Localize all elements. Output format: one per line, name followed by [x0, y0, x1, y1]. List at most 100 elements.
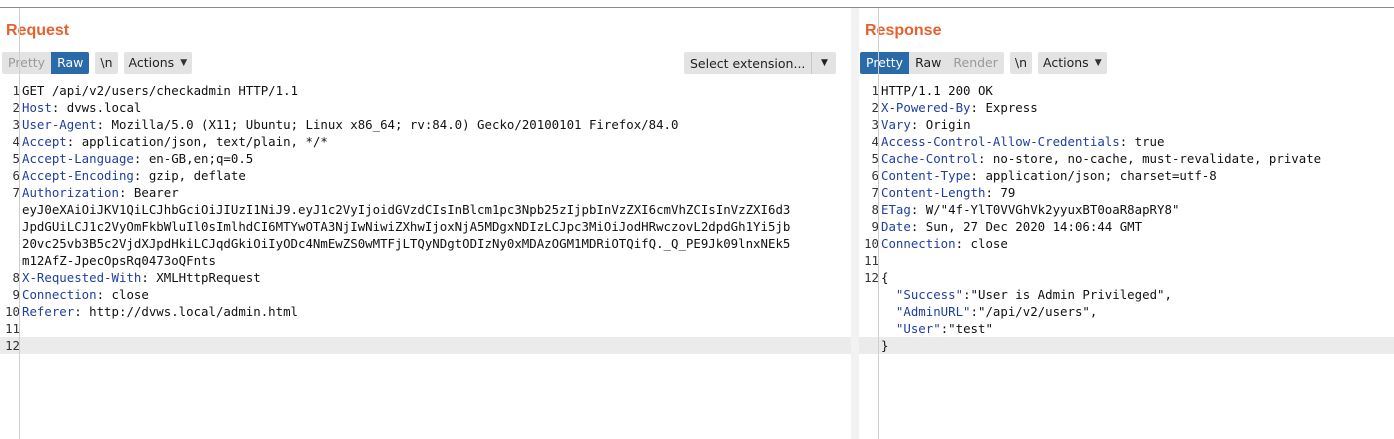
code-line: } — [859, 337, 1394, 354]
code-line: eyJ0eXAiOiJKV1QiLCJhbGciOiJIUzI1NiJ9.eyJ… — [0, 201, 851, 218]
tab-pretty[interactable]: Pretty — [860, 52, 910, 74]
code-line: 9 Connection: close — [0, 286, 851, 303]
separator: : — [963, 287, 971, 302]
line-value: XMLHttpRequest — [156, 270, 261, 285]
newline-toggle-button[interactable]: \n — [1009, 52, 1033, 74]
header-name: Connection — [881, 236, 956, 251]
chevron-down-icon: ▼ — [811, 52, 836, 74]
request-title: Request — [6, 22, 70, 39]
line-value: application/json, text/plain, */* — [81, 134, 328, 149]
line-content: Content-Length: 79 — [881, 184, 1015, 201]
request-view-tabs: Pretty Raw — [2, 52, 90, 74]
line-value: JpdGUiLCJ1c2VyOmFkbWluIl0sImlhdCI6MTYwOT… — [22, 219, 791, 234]
response-title: Response — [865, 22, 942, 39]
code-line: 5 Accept-Language: en-GB,en;q=0.5 — [0, 150, 851, 167]
newline-toggle-button[interactable]: \n — [95, 52, 118, 74]
line-value: 79 — [1000, 185, 1016, 200]
request-editor[interactable]: 1 GET /api/v2/users/checkadmin HTTP/1.1 2 H… — [0, 82, 851, 354]
separator: : — [970, 100, 986, 115]
code-line: 4 Access-Control-Allow-Credentials: true — [859, 133, 1394, 150]
code-line: "Success":"User is Admin Privileged", — [859, 286, 1394, 303]
line-value: application/json; charset=utf-8 — [985, 168, 1217, 183]
select-extension-dropdown[interactable]: Select extension... ▼ — [684, 52, 837, 74]
separator: : — [141, 270, 157, 285]
code-line: 5 Cache-Control: no-store, no-cache, must… — [859, 150, 1394, 167]
line-content: JpdGUiLCJ1c2VyOmFkbWluIl0sImlhdCI6MTYwOT… — [22, 218, 790, 235]
tab-raw[interactable]: Raw — [51, 52, 90, 74]
line-content: HTTP/1.1 200 OK — [881, 82, 993, 99]
line-value: } — [881, 338, 889, 353]
line-value: "User is Admin Privileged", — [970, 287, 1172, 302]
code-line: 7 Authorization: Bearer — [0, 184, 851, 201]
line-value: Sun, 27 Dec 2020 14:06:44 GMT — [925, 219, 1143, 234]
header-name: "Success" — [881, 287, 964, 302]
separator: : — [955, 236, 971, 251]
code-line: 12 — [0, 337, 851, 354]
chevron-down-icon: ▼ — [1094, 58, 1102, 68]
code-line: 12{ — [859, 269, 1394, 286]
code-line: 4 Accept: application/json, text/plain, *… — [0, 133, 851, 150]
line-value: http://dvws.local/admin.html — [89, 304, 299, 319]
line-value: en-GB,en;q=0.5 — [148, 151, 254, 166]
line-content: X-Requested-With: XMLHttpRequest — [22, 269, 261, 286]
header-name: Vary — [881, 117, 911, 132]
header-name: "AdminURL" — [881, 304, 971, 319]
actions-button[interactable]: Actions ▼ — [1038, 52, 1107, 74]
separator: : — [96, 287, 112, 302]
separator: : — [985, 185, 1001, 200]
header-name: Content-Type — [881, 168, 971, 183]
line-value: dvws.local — [66, 100, 142, 115]
tab-pretty[interactable]: Pretty — [2, 52, 52, 74]
line-content: Vary: Origin — [881, 116, 971, 133]
tab-raw[interactable]: Raw — [909, 52, 948, 74]
line-content: Accept-Language: en-GB,en;q=0.5 — [22, 150, 253, 167]
header-name: Accept-Encoding — [22, 168, 134, 183]
code-line: 8 X-Requested-With: XMLHttpRequest — [0, 269, 851, 286]
header-name: Authorization — [22, 185, 119, 200]
line-value: gzip, deflate — [148, 168, 246, 183]
response-editor[interactable]: 1 HTTP/1.1 200 OK 2 X-Powered-By: Express 3 V… — [859, 82, 1394, 354]
line-value: "/api/v2/users", — [978, 304, 1098, 319]
line-content: "Success":"User is Admin Privileged", — [881, 286, 1172, 303]
header-name: Referer — [22, 304, 75, 319]
code-line: JpdGUiLCJ1c2VyOmFkbWluIl0sImlhdCI6MTYwOT… — [0, 218, 851, 235]
line-content: Cache-Control: no-store, no-cache, must-… — [881, 150, 1321, 167]
line-value: no-store, no-cache, must-revalidate, pri… — [992, 151, 1322, 166]
line-content: } — [881, 337, 888, 354]
code-line: 2 Host: dvws.local — [0, 99, 851, 116]
line-content: Date: Sun, 27 Dec 2020 14:06:44 GMT — [881, 218, 1142, 235]
line-content: Content-Type: application/json; charset=… — [881, 167, 1217, 184]
line-value: HTTP/1.1 200 OK — [881, 83, 993, 98]
code-line: 3 User-Agent: Mozilla/5.0 (X11; Ubuntu; L… — [0, 116, 851, 133]
chevron-down-icon: ▼ — [180, 58, 188, 68]
line-value: Mozilla/5.0 (X11; Ubuntu; Linux x86_64; … — [111, 117, 679, 132]
line-value: Bearer — [133, 185, 179, 200]
code-line: 10 Referer: http://dvws.local/admin.html — [0, 303, 851, 320]
header-name: Content-Length — [881, 185, 986, 200]
line-value: Express — [985, 100, 1038, 115]
separator: : — [977, 151, 993, 166]
line-content: "User":"test" — [881, 320, 993, 337]
line-content: Accept: application/json, text/plain, */… — [22, 133, 328, 150]
header-name: Date — [881, 219, 911, 234]
tab-render[interactable]: Render — [947, 52, 1004, 74]
separator: : — [133, 151, 149, 166]
separator: : — [970, 168, 986, 183]
line-value: close — [111, 287, 149, 302]
panel-splitter[interactable] — [851, 8, 859, 439]
request-gutter-line — [19, 8, 20, 439]
line-content: 20vc25vb3B5c2VjdXJpdHkiLCJqdGkiOiIyODc4N… — [22, 235, 790, 252]
code-line: m12AfZ-JpecOpsRq0473oQFnts — [0, 252, 851, 269]
response-toolbar: Pretty Raw Render \n Actions ▼ — [860, 52, 1113, 74]
response-gutter-line — [878, 8, 879, 439]
separator: : — [970, 304, 978, 319]
separator: : — [74, 304, 90, 319]
separator: : — [66, 134, 82, 149]
header-name: Accept-Language — [22, 151, 134, 166]
separator: : — [910, 117, 926, 132]
actions-button[interactable]: Actions ▼ — [123, 52, 193, 74]
header-name: Access-Control-Allow-Credentials — [881, 134, 1120, 149]
actions-label: Actions — [128, 55, 175, 70]
separator: : — [96, 117, 112, 132]
line-content: Connection: close — [22, 286, 149, 303]
